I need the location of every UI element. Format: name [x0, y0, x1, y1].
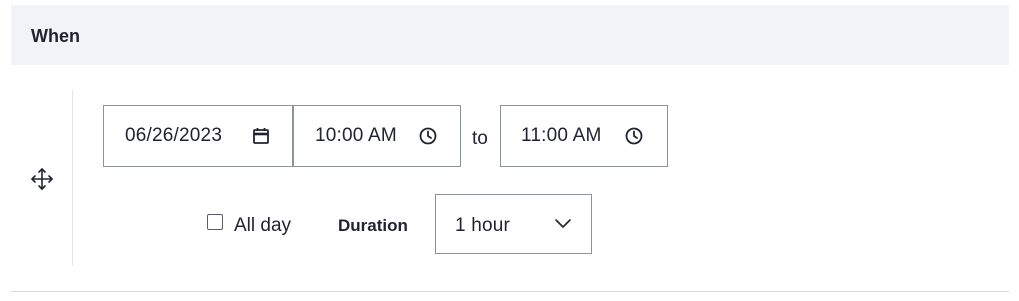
- section-header: When: [11, 5, 1009, 65]
- move-icon: [31, 168, 53, 190]
- clock-icon[interactable]: [418, 126, 438, 146]
- start-time-value: 10:00 AM: [315, 125, 397, 146]
- end-time-input[interactable]: 11:00 AM: [500, 105, 668, 167]
- start-time-input[interactable]: 10:00 AM: [293, 105, 461, 167]
- end-time-value: 11:00 AM: [521, 125, 602, 146]
- all-day-checkbox[interactable]: [207, 214, 223, 230]
- time-range-separator: to: [472, 128, 488, 149]
- chevron-down-icon: [555, 219, 571, 228]
- duration-selected-value: 1 hour: [455, 215, 511, 236]
- duration-select[interactable]: 1 hour: [435, 194, 592, 254]
- date-input[interactable]: 06/26/2023: [103, 105, 293, 167]
- section-title: When: [31, 26, 80, 46]
- drag-handle[interactable]: [30, 167, 54, 191]
- row-divider: [72, 90, 73, 266]
- clock-icon[interactable]: [624, 126, 644, 146]
- date-value: 06/26/2023: [125, 125, 223, 146]
- calendar-icon[interactable]: [251, 126, 271, 146]
- all-day-label[interactable]: All day: [234, 215, 291, 237]
- bottom-divider: [11, 291, 1009, 292]
- duration-label: Duration: [338, 216, 408, 235]
